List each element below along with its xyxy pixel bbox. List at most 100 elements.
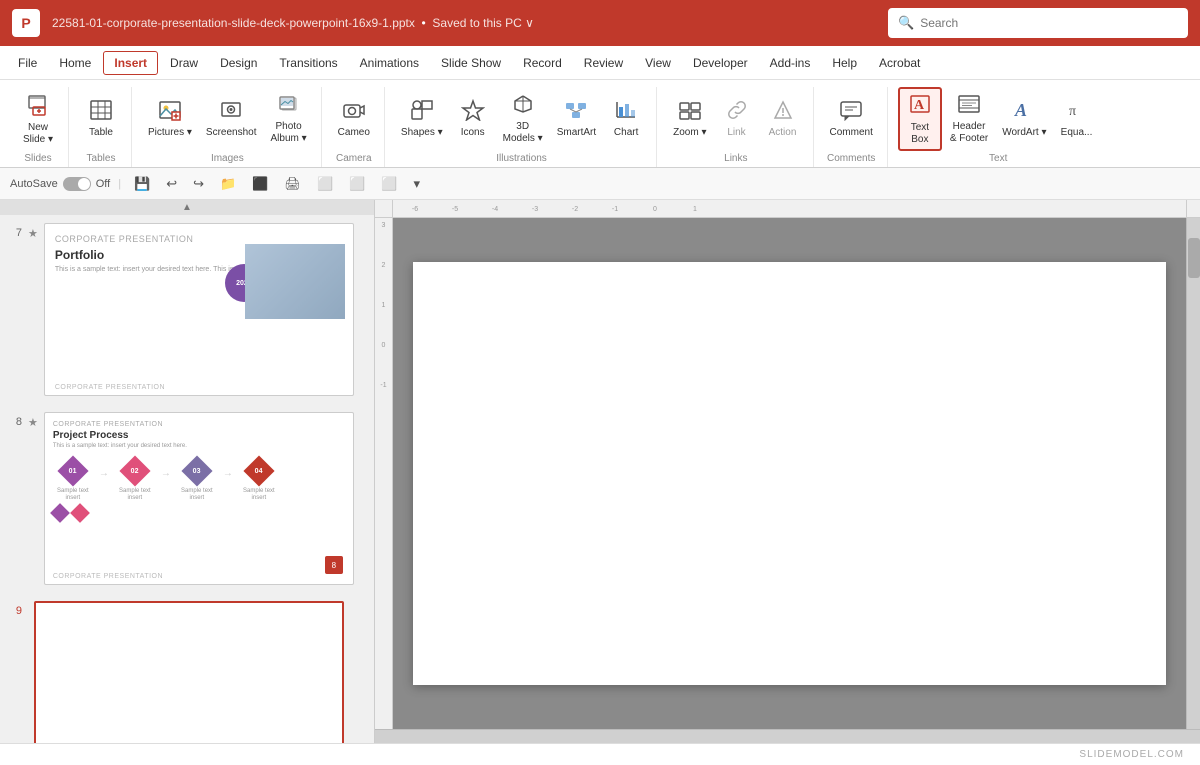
3d-models-button[interactable]: 3DModels ▾ [497, 87, 549, 151]
slide-item-9[interactable]: 9 [0, 593, 374, 743]
ruler-left: 3 2 1 0 -1 [375, 218, 393, 729]
table-button[interactable]: Table [79, 87, 123, 151]
menu-home[interactable]: Home [49, 52, 101, 74]
photo-album-label: PhotoAlbum ▾ [271, 121, 307, 145]
slide-canvas[interactable] [393, 218, 1186, 729]
menu-developer[interactable]: Developer [683, 52, 758, 74]
menu-help[interactable]: Help [822, 52, 867, 74]
ribbon-group-text: A TextBox Header& Footer [890, 87, 1107, 167]
process-step-2: 02 Sample text insert [115, 457, 155, 502]
zoom-icon [678, 99, 702, 125]
slide-item-8[interactable]: 8 ★ CORPORATE PRESENTATION Project Proce… [0, 404, 374, 593]
ribbon: NewSlide ▾ Slides Table Tables [0, 80, 1200, 168]
cameo-button[interactable]: Cameo [332, 87, 376, 151]
link-label: Link [727, 127, 745, 139]
main-area: ▲ 7 ★ CORPORATE PRESENTATION Portfolio T… [0, 200, 1200, 743]
slide-white[interactable] [413, 262, 1166, 686]
equation-label: Equa... [1061, 127, 1093, 139]
ruler-num-v-4: 0 [380, 342, 386, 382]
action-label: Action [769, 127, 797, 139]
icons-label: Icons [461, 127, 485, 139]
slide8-process: 01 Sample text insert → 02 [53, 457, 345, 502]
menu-review[interactable]: Review [574, 52, 633, 74]
ruler-num-4: -3 [515, 206, 555, 213]
ruler-num-1: -6 [395, 206, 435, 213]
menu-file[interactable]: File [8, 52, 47, 74]
vertical-scrollbar[interactable] [1186, 218, 1200, 729]
slide8-badge: 8 [325, 556, 343, 574]
qa-btn-8[interactable]: ⬜ [344, 174, 370, 194]
ruler-numbers-left: 3 2 1 0 -1 [380, 220, 386, 424]
smartart-button[interactable]: SmartArt [551, 87, 602, 151]
pictures-button[interactable]: Pictures ▾ [142, 87, 198, 151]
ribbon-group-illustrations: Shapes ▾ Icons 3DModels [387, 87, 657, 167]
ruler-num-3: -4 [475, 206, 515, 213]
panel-scroll-up[interactable]: ▲ [0, 200, 374, 215]
horizontal-scrollbar[interactable] [393, 729, 1186, 743]
ruler-num-2: -5 [435, 206, 475, 213]
equation-button[interactable]: π Equa... [1055, 87, 1099, 151]
top-ruler-row: -6 -5 -4 -3 -2 -1 0 1 [375, 200, 1200, 218]
action-button[interactable]: Action [761, 87, 805, 151]
scrollbar-bottom-row [375, 729, 1200, 743]
print-button[interactable]: 🖨 [279, 174, 306, 194]
open-button[interactable]: 📁 [215, 174, 241, 194]
quick-access-toolbar: AutoSave Off | 💾 ↩ ↪ 📁 ⬛ 🖨 ⬜ ⬜ ⬜ ▾ [0, 168, 1200, 200]
search-input[interactable] [920, 16, 1178, 30]
menu-view[interactable]: View [635, 52, 681, 74]
undo-button[interactable]: ↩ [161, 174, 182, 194]
slide8-desc: This is a sample text: insert your desir… [53, 443, 345, 449]
screenshot-button[interactable]: Screenshot [200, 87, 263, 151]
table-icon [89, 99, 113, 125]
slide-number-8: 8 [4, 412, 22, 428]
redo-button[interactable]: ↪ [188, 174, 209, 194]
slide-thumb-7[interactable]: CORPORATE PRESENTATION Portfolio This is… [44, 223, 354, 396]
chart-icon [614, 99, 638, 125]
menu-bar: File Home Insert Draw Design Transitions… [0, 46, 1200, 80]
comment-button[interactable]: Comment [824, 87, 879, 151]
menu-record[interactable]: Record [513, 52, 572, 74]
slide-star-8: ★ [28, 412, 38, 429]
slide-thumb-8[interactable]: CORPORATE PRESENTATION Project Process T… [44, 412, 354, 585]
ribbon-group-links-label: Links [724, 153, 747, 164]
textbox-button[interactable]: A TextBox [898, 87, 942, 151]
menu-acrobat[interactable]: Acrobat [869, 52, 930, 74]
search-box[interactable]: 🔍 [888, 8, 1188, 38]
comment-label: Comment [830, 127, 873, 139]
menu-slideshow[interactable]: Slide Show [431, 52, 511, 74]
wordart-button[interactable]: A WordArt ▾ [996, 87, 1052, 151]
chart-button[interactable]: Chart [604, 87, 648, 151]
ribbon-group-images: Pictures ▾ Screenshot [134, 87, 322, 167]
new-slide-button[interactable]: NewSlide ▾ [16, 87, 60, 151]
icons-icon [461, 99, 485, 125]
zoom-button[interactable]: Zoom ▾ [667, 87, 712, 151]
menu-draw[interactable]: Draw [160, 52, 208, 74]
icons-button[interactable]: Icons [451, 87, 495, 151]
shapes-button[interactable]: Shapes ▾ [395, 87, 449, 151]
qa-more-button[interactable]: ▾ [409, 174, 426, 194]
menu-animations[interactable]: Animations [350, 52, 429, 74]
qa-btn-7[interactable]: ⬜ [312, 174, 338, 194]
watermark: SLIDEMODEL.COM [1079, 749, 1184, 760]
menu-transitions[interactable]: Transitions [269, 52, 347, 74]
menu-addins[interactable]: Add-ins [760, 52, 821, 74]
header-footer-label: Header& Footer [950, 121, 988, 145]
header-footer-button[interactable]: Header& Footer [944, 87, 994, 151]
link-button[interactable]: Link [715, 87, 759, 151]
ruler-num-6: -1 [595, 206, 635, 213]
slide-thumb-9[interactable] [34, 601, 344, 743]
ribbon-group-images-label: Images [211, 153, 244, 164]
autosave-switch[interactable] [63, 177, 91, 191]
qa-btn-9[interactable]: ⬜ [376, 174, 402, 194]
save-button[interactable]: 💾 [129, 174, 155, 194]
cameo-label: Cameo [338, 127, 370, 139]
canvas-main: 3 2 1 0 -1 [375, 218, 1200, 729]
logo-text: P [21, 15, 30, 31]
menu-design[interactable]: Design [210, 52, 267, 74]
menu-insert[interactable]: Insert [103, 51, 158, 75]
canvas-wrapper: -6 -5 -4 -3 -2 -1 0 1 3 [375, 200, 1200, 743]
photo-album-button[interactable]: PhotoAlbum ▾ [265, 87, 313, 151]
slide-item-7[interactable]: 7 ★ CORPORATE PRESENTATION Portfolio Thi… [0, 215, 374, 404]
qa-btn-5[interactable]: ⬛ [247, 174, 273, 194]
scroll-thumb-v[interactable] [1188, 238, 1200, 278]
